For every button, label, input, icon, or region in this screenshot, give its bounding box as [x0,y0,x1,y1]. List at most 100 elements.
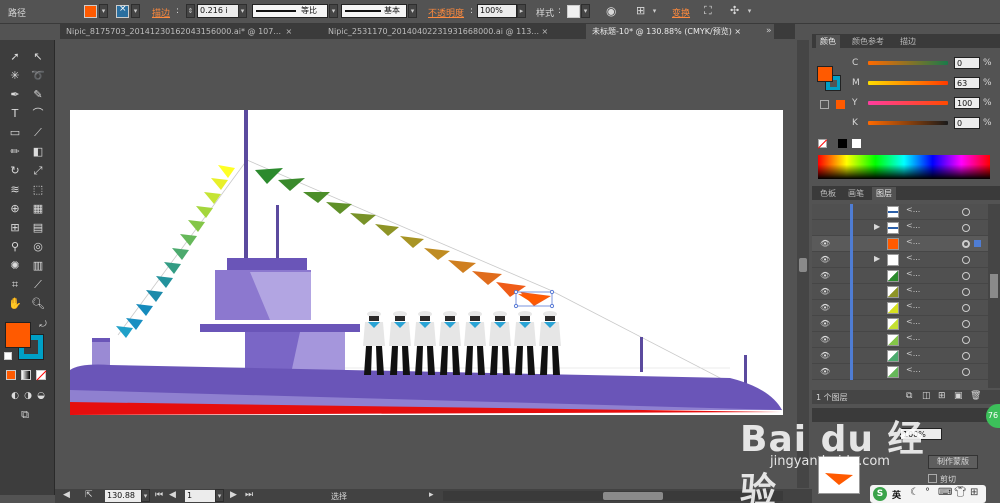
moon-icon[interactable]: ☾ [910,487,919,498]
ime-logo-icon[interactable]: S [873,487,887,501]
zoom-dropdown[interactable]: ▾ [141,489,150,502]
zoom-tool-icon[interactable]: 🔍︎ [29,295,47,313]
m-value-input[interactable]: 63 [954,77,980,89]
warp-tool-icon[interactable]: ≋ [6,181,24,199]
opacity-input[interactable]: 100% [477,4,517,18]
first-page-icon[interactable]: ⏮ [155,490,163,500]
locate-object-icon[interactable]: ⧉ [906,391,912,401]
make-mask-button[interactable]: 制作蒙版 [928,455,978,469]
screen-mode-icon[interactable]: ⧉ [16,406,34,424]
new-sublayer-icon[interactable]: ⊞ [938,391,946,401]
default-colors-icon[interactable] [4,352,12,360]
eraser-tool-icon[interactable]: ◧ [29,143,47,161]
opacity-dropdown[interactable]: ▸ [517,4,526,18]
direct-selection-tool-icon[interactable]: ↖ [29,48,47,66]
last-page-icon[interactable]: ⏭ [245,490,253,500]
prev-page-icon[interactable]: ◀ [169,490,176,500]
tab-document-2[interactable]: Nipic_2531170_20140402231931668000.ai @ … [322,24,584,39]
transparency-opacity-input[interactable]: 100% [900,428,942,440]
layer-row[interactable]: 👁︎ <... [812,316,988,332]
fill-color-box[interactable] [5,322,31,348]
c-value-input[interactable]: 0 [954,57,980,69]
layer-row[interactable]: 👁︎ <... [812,348,988,364]
export-icon[interactable]: ⇱ [85,490,93,500]
none-swatch[interactable] [817,139,828,149]
opacity-link[interactable]: 不透明度 [428,6,464,19]
slice-tool-icon[interactable]: ⟋ [29,276,47,294]
shape-builder-tool-icon[interactable]: ⊕ [6,200,24,218]
tab-color-guide[interactable]: 颜色参考 [848,35,888,48]
align-icon[interactable]: ⊞ [636,4,645,17]
stroke-profile-dropdown[interactable]: ▾ [329,4,338,18]
layer-row[interactable]: 👁︎ <... [812,284,988,300]
y-slider[interactable] [868,101,948,105]
type-tool-icon[interactable]: T [6,105,24,123]
magic-wand-tool-icon[interactable]: ✳ [6,67,24,85]
layer-row[interactable]: 👁︎ <... [812,300,988,316]
clip-checkbox[interactable] [928,474,937,483]
horizontal-scrollbar-thumb[interactable] [603,492,663,500]
stroke-profile-select[interactable]: 等比 [252,4,328,18]
blend-tool-icon[interactable]: ◎ [29,238,47,256]
pen-tool-icon[interactable]: ✒ [6,86,24,104]
layer-row[interactable]: 👁︎ ▶ <... [812,252,988,268]
gradient-tool-icon[interactable]: ▤ [29,219,47,237]
skin-icon[interactable]: 👕︎ [954,487,967,498]
stroke-dropdown[interactable]: ▾ [131,4,140,18]
transform-link[interactable]: 变换 [672,6,690,19]
style-swatch[interactable] [567,5,580,18]
y-value-input[interactable]: 100 [954,97,980,109]
hand-tool-icon[interactable]: ✋ [6,295,24,313]
layer-row[interactable]: 👁︎ <… [812,364,988,380]
vertical-scrollbar[interactable] [797,40,809,488]
pencil-tool-icon[interactable]: ✏ [6,143,24,161]
k-value-input[interactable]: 0 [954,117,980,129]
artboard[interactable] [70,110,783,415]
tab-overflow-icon[interactable]: » [766,26,772,36]
out-of-gamut-icon[interactable] [820,100,829,109]
stroke-width-input[interactable]: 0.216 i [197,4,239,18]
layer-row[interactable]: ▶ <... [812,220,988,236]
ime-lang-toggle[interactable]: 英 [892,488,901,501]
symbol-sprayer-tool-icon[interactable]: ✺ [6,257,24,275]
style-dropdown[interactable]: ▾ [581,4,590,18]
fill-swatch[interactable] [84,5,97,18]
paintbrush-tool-icon[interactable]: ⟋ [29,124,47,142]
tab-document-3[interactable]: 未标题-10* @ 130.88% (CMYK/预览) × [586,24,774,39]
scale-tool-icon[interactable]: ⤢ [29,162,47,180]
tab-brushes[interactable]: 画笔 [844,187,868,200]
isolate-icon[interactable]: ⛶ [704,4,712,18]
more-options-icon[interactable]: ✣ [730,4,739,17]
color-mode-icon[interactable] [6,370,16,380]
recolor-icon[interactable]: ◉ [606,4,616,18]
selection-tool-icon[interactable]: ➚ [6,48,24,66]
status-menu-icon[interactable]: ▸ [429,490,434,500]
draw-inside-icon[interactable]: ◒ [32,387,50,405]
brush-select[interactable]: 基本 [341,4,407,18]
rectangle-tool-icon[interactable]: ▭ [6,124,24,142]
next-page-icon[interactable]: ▶ [230,490,237,500]
artboard-nav-icon[interactable]: ◀ [63,490,70,500]
tab-layers[interactable]: 图层 [872,187,896,200]
make-clip-mask-icon[interactable]: ◫ [922,391,931,401]
layer-row[interactable]: 👁︎ <... [812,268,988,284]
zoom-input[interactable]: 130.88 [105,490,141,502]
artboard-tool-icon[interactable]: ⌗ [6,276,24,294]
layers-scrollbar[interactable] [988,204,1000,388]
graph-tool-icon[interactable]: ▥ [29,257,47,275]
gradient-mode-icon[interactable] [21,370,31,380]
panel-fill-swatch[interactable] [817,66,833,82]
stroke-width-dropdown[interactable]: ▾ [238,4,247,18]
stroke-width-stepper[interactable]: ⇕ [186,4,195,18]
mesh-tool-icon[interactable]: ⊞ [6,219,24,237]
swap-colors-icon[interactable]: ⤾ [34,316,52,334]
eyedropper-tool-icon[interactable]: ⚲ [6,238,24,256]
punctuation-icon[interactable]: ° [925,487,930,498]
more-options-dropdown[interactable]: ▾ [745,5,754,19]
tab-swatches[interactable]: 色板 [816,187,840,200]
grid-icon[interactable]: ⊞ [970,487,978,498]
tab-color[interactable]: 颜色 [816,35,840,48]
page-input[interactable]: 1 [185,490,215,502]
rotate-tool-icon[interactable]: ↻ [6,162,24,180]
black-swatch[interactable] [838,139,847,148]
